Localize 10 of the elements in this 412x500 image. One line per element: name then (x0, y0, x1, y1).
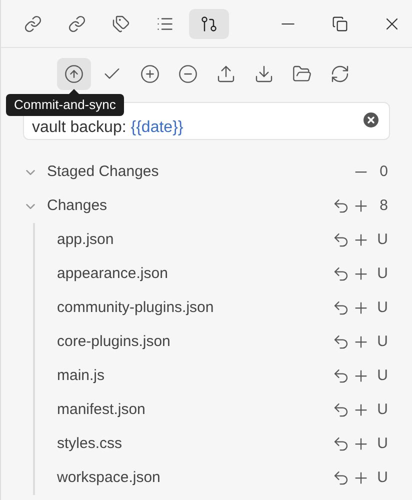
file-status: U (376, 400, 388, 420)
file-status: U (376, 264, 388, 284)
file-status: U (376, 468, 388, 488)
file-status: U (376, 366, 388, 386)
change-count: 0 (378, 162, 388, 182)
file-status: U (376, 332, 388, 352)
file-status: U (376, 298, 388, 318)
file-status: U (376, 434, 388, 454)
file-status: U (376, 230, 388, 250)
change-count: 8 (378, 196, 388, 216)
